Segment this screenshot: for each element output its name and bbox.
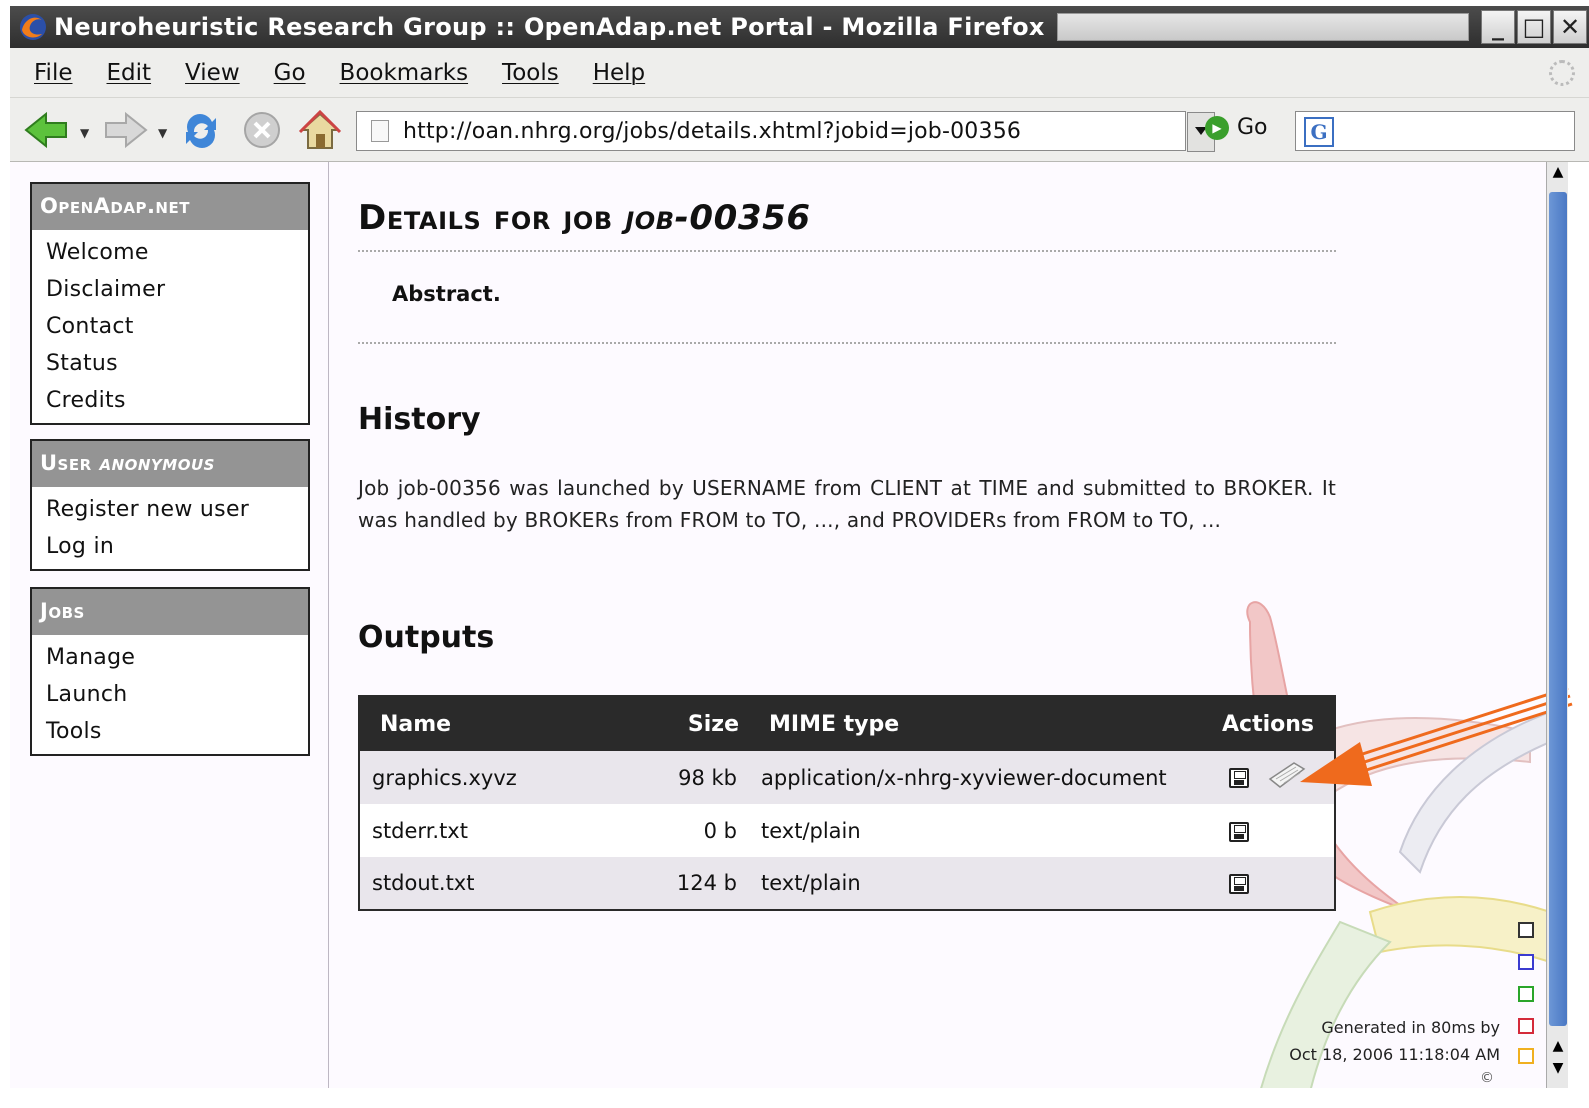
home-icon[interactable]	[298, 109, 342, 156]
output-name: stdout.txt	[359, 857, 629, 910]
output-size: 0 b	[629, 804, 749, 857]
sidebar-item-status[interactable]: Status	[46, 345, 308, 382]
copyright-mark: ©	[1480, 1070, 1494, 1086]
reload-icon[interactable]	[180, 110, 222, 156]
output-mime: text/plain	[749, 857, 1189, 910]
sidebar-item-register[interactable]: Register new user	[46, 491, 308, 528]
sidebar-item-manage[interactable]: Manage	[46, 639, 308, 676]
column-header-mime: MIME type	[749, 696, 1189, 751]
divider	[358, 342, 1336, 344]
column-header-name: Name	[359, 696, 629, 751]
back-dropdown-icon[interactable]: ▼	[80, 126, 89, 140]
output-name: stderr.txt	[359, 804, 629, 857]
history-heading: History	[358, 402, 481, 437]
scroll-up-icon[interactable]: ▲	[1547, 1038, 1569, 1062]
menu-file[interactable]: File	[34, 60, 73, 86]
navigation-toolbar: ▼ ▼ http://oan.nhrg.org/jobs/details.xht…	[10, 98, 1589, 162]
output-size: 98 kb	[629, 751, 749, 804]
style-swatch-blue[interactable]	[1518, 954, 1534, 970]
table-row: graphics.xyvz 98 kb application/x-nhrg-x…	[359, 751, 1335, 804]
window-titlebar: Neuroheuristic Research Group :: OpenAda…	[10, 6, 1589, 48]
annotation-arrow-icon	[1300, 686, 1573, 786]
forward-dropdown-icon[interactable]: ▼	[158, 126, 167, 140]
scroll-up-icon[interactable]: ▲	[1547, 164, 1569, 188]
url-bar[interactable]: http://oan.nhrg.org/jobs/details.xhtml?j…	[356, 111, 1215, 152]
output-mime: text/plain	[749, 804, 1189, 857]
sidebar-user-name: anonymous	[99, 451, 215, 475]
throbber-icon	[1549, 60, 1575, 86]
back-arrow-icon[interactable]	[24, 110, 68, 154]
sidebar-item-credits[interactable]: Credits	[46, 382, 308, 419]
sidebar-jobs-box: Jobs Manage Launch Tools	[30, 587, 310, 756]
scrollbar-thumb[interactable]	[1549, 192, 1567, 1026]
sidebar-item-tools[interactable]: Tools	[46, 713, 308, 750]
go-button[interactable]: ▶ Go	[1205, 115, 1268, 140]
sidebar-user-box: User anonymous Register new user Log in	[30, 439, 310, 571]
generation-info: Generated in 80ms by Oct 18, 2006 11:18:…	[1289, 1018, 1500, 1064]
firefox-icon	[18, 12, 48, 42]
sidebar-user-title: User anonymous	[32, 441, 308, 487]
sidebar-site-box: OpenAdap.net Welcome Disclaimer Contact …	[30, 182, 310, 425]
forward-arrow-icon[interactable]	[104, 110, 148, 154]
google-search-icon[interactable]: G	[1304, 117, 1334, 147]
menu-go[interactable]: Go	[274, 60, 306, 86]
page-icon	[371, 120, 389, 142]
style-swatch-gray[interactable]	[1518, 922, 1534, 938]
table-row: stdout.txt 124 b text/plain	[359, 857, 1335, 910]
sidebar-item-disclaimer[interactable]: Disclaimer	[46, 271, 308, 308]
sidebar-item-login[interactable]: Log in	[46, 528, 308, 565]
sidebar-site-title: OpenAdap.net	[32, 184, 308, 230]
style-swatch-red[interactable]	[1518, 1018, 1534, 1034]
divider	[358, 250, 1336, 252]
page-title: Details for job job-00356	[358, 198, 811, 238]
menu-bookmarks[interactable]: Bookmarks	[340, 60, 469, 86]
url-text[interactable]: http://oan.nhrg.org/jobs/details.xhtml?j…	[403, 119, 1021, 144]
vertical-scrollbar[interactable]: ▲ ▲ ▼	[1546, 162, 1568, 1088]
menu-tools[interactable]: Tools	[502, 60, 559, 86]
page-title-job: job-00356	[625, 198, 811, 238]
outputs-table: Name Size MIME type Actions graphics.xyv…	[358, 695, 1336, 911]
save-disk-icon[interactable]	[1229, 767, 1249, 788]
save-disk-icon[interactable]	[1229, 821, 1249, 842]
maximize-button[interactable]: □	[1517, 10, 1551, 44]
history-text: Job job-00356 was launched by USERNAME f…	[358, 476, 1336, 532]
scroll-down-icon[interactable]: ▼	[1547, 1060, 1569, 1084]
go-arrow-icon: ▶	[1205, 115, 1229, 140]
sidebar-item-launch[interactable]: Launch	[46, 676, 308, 713]
output-mime: application/x-nhrg-xyviewer-document	[749, 751, 1189, 804]
menu-bar: File Edit View Go Bookmarks Tools Help	[10, 48, 1589, 98]
output-size: 124 b	[629, 857, 749, 910]
close-button[interactable]: ✕	[1553, 10, 1587, 44]
minimize-button[interactable]: _	[1481, 10, 1515, 44]
sidebar-item-contact[interactable]: Contact	[46, 308, 308, 345]
sidebar-item-welcome[interactable]: Welcome	[46, 234, 308, 271]
style-swatch-yellow[interactable]	[1518, 1048, 1534, 1064]
table-row: stderr.txt 0 b text/plain	[359, 804, 1335, 857]
column-header-size: Size	[629, 696, 749, 751]
menu-view[interactable]: View	[185, 60, 240, 86]
outputs-heading: Outputs	[358, 620, 495, 655]
menu-help[interactable]: Help	[593, 60, 645, 86]
page-content: OpenAdap.net Welcome Disclaimer Contact …	[10, 162, 1546, 1088]
menu-edit[interactable]: Edit	[107, 60, 152, 86]
output-name: graphics.xyvz	[359, 751, 629, 804]
save-disk-icon[interactable]	[1229, 874, 1249, 894]
window-title: Neuroheuristic Research Group :: OpenAda…	[54, 13, 1045, 41]
search-input[interactable]: G	[1295, 111, 1575, 151]
style-swatch-green[interactable]	[1518, 986, 1534, 1002]
go-label: Go	[1237, 115, 1268, 140]
sidebar-jobs-title: Jobs	[32, 589, 308, 635]
stop-icon[interactable]	[242, 110, 282, 154]
table-header-row: Name Size MIME type Actions	[359, 696, 1335, 751]
abstract-label: Abstract.	[392, 282, 501, 306]
